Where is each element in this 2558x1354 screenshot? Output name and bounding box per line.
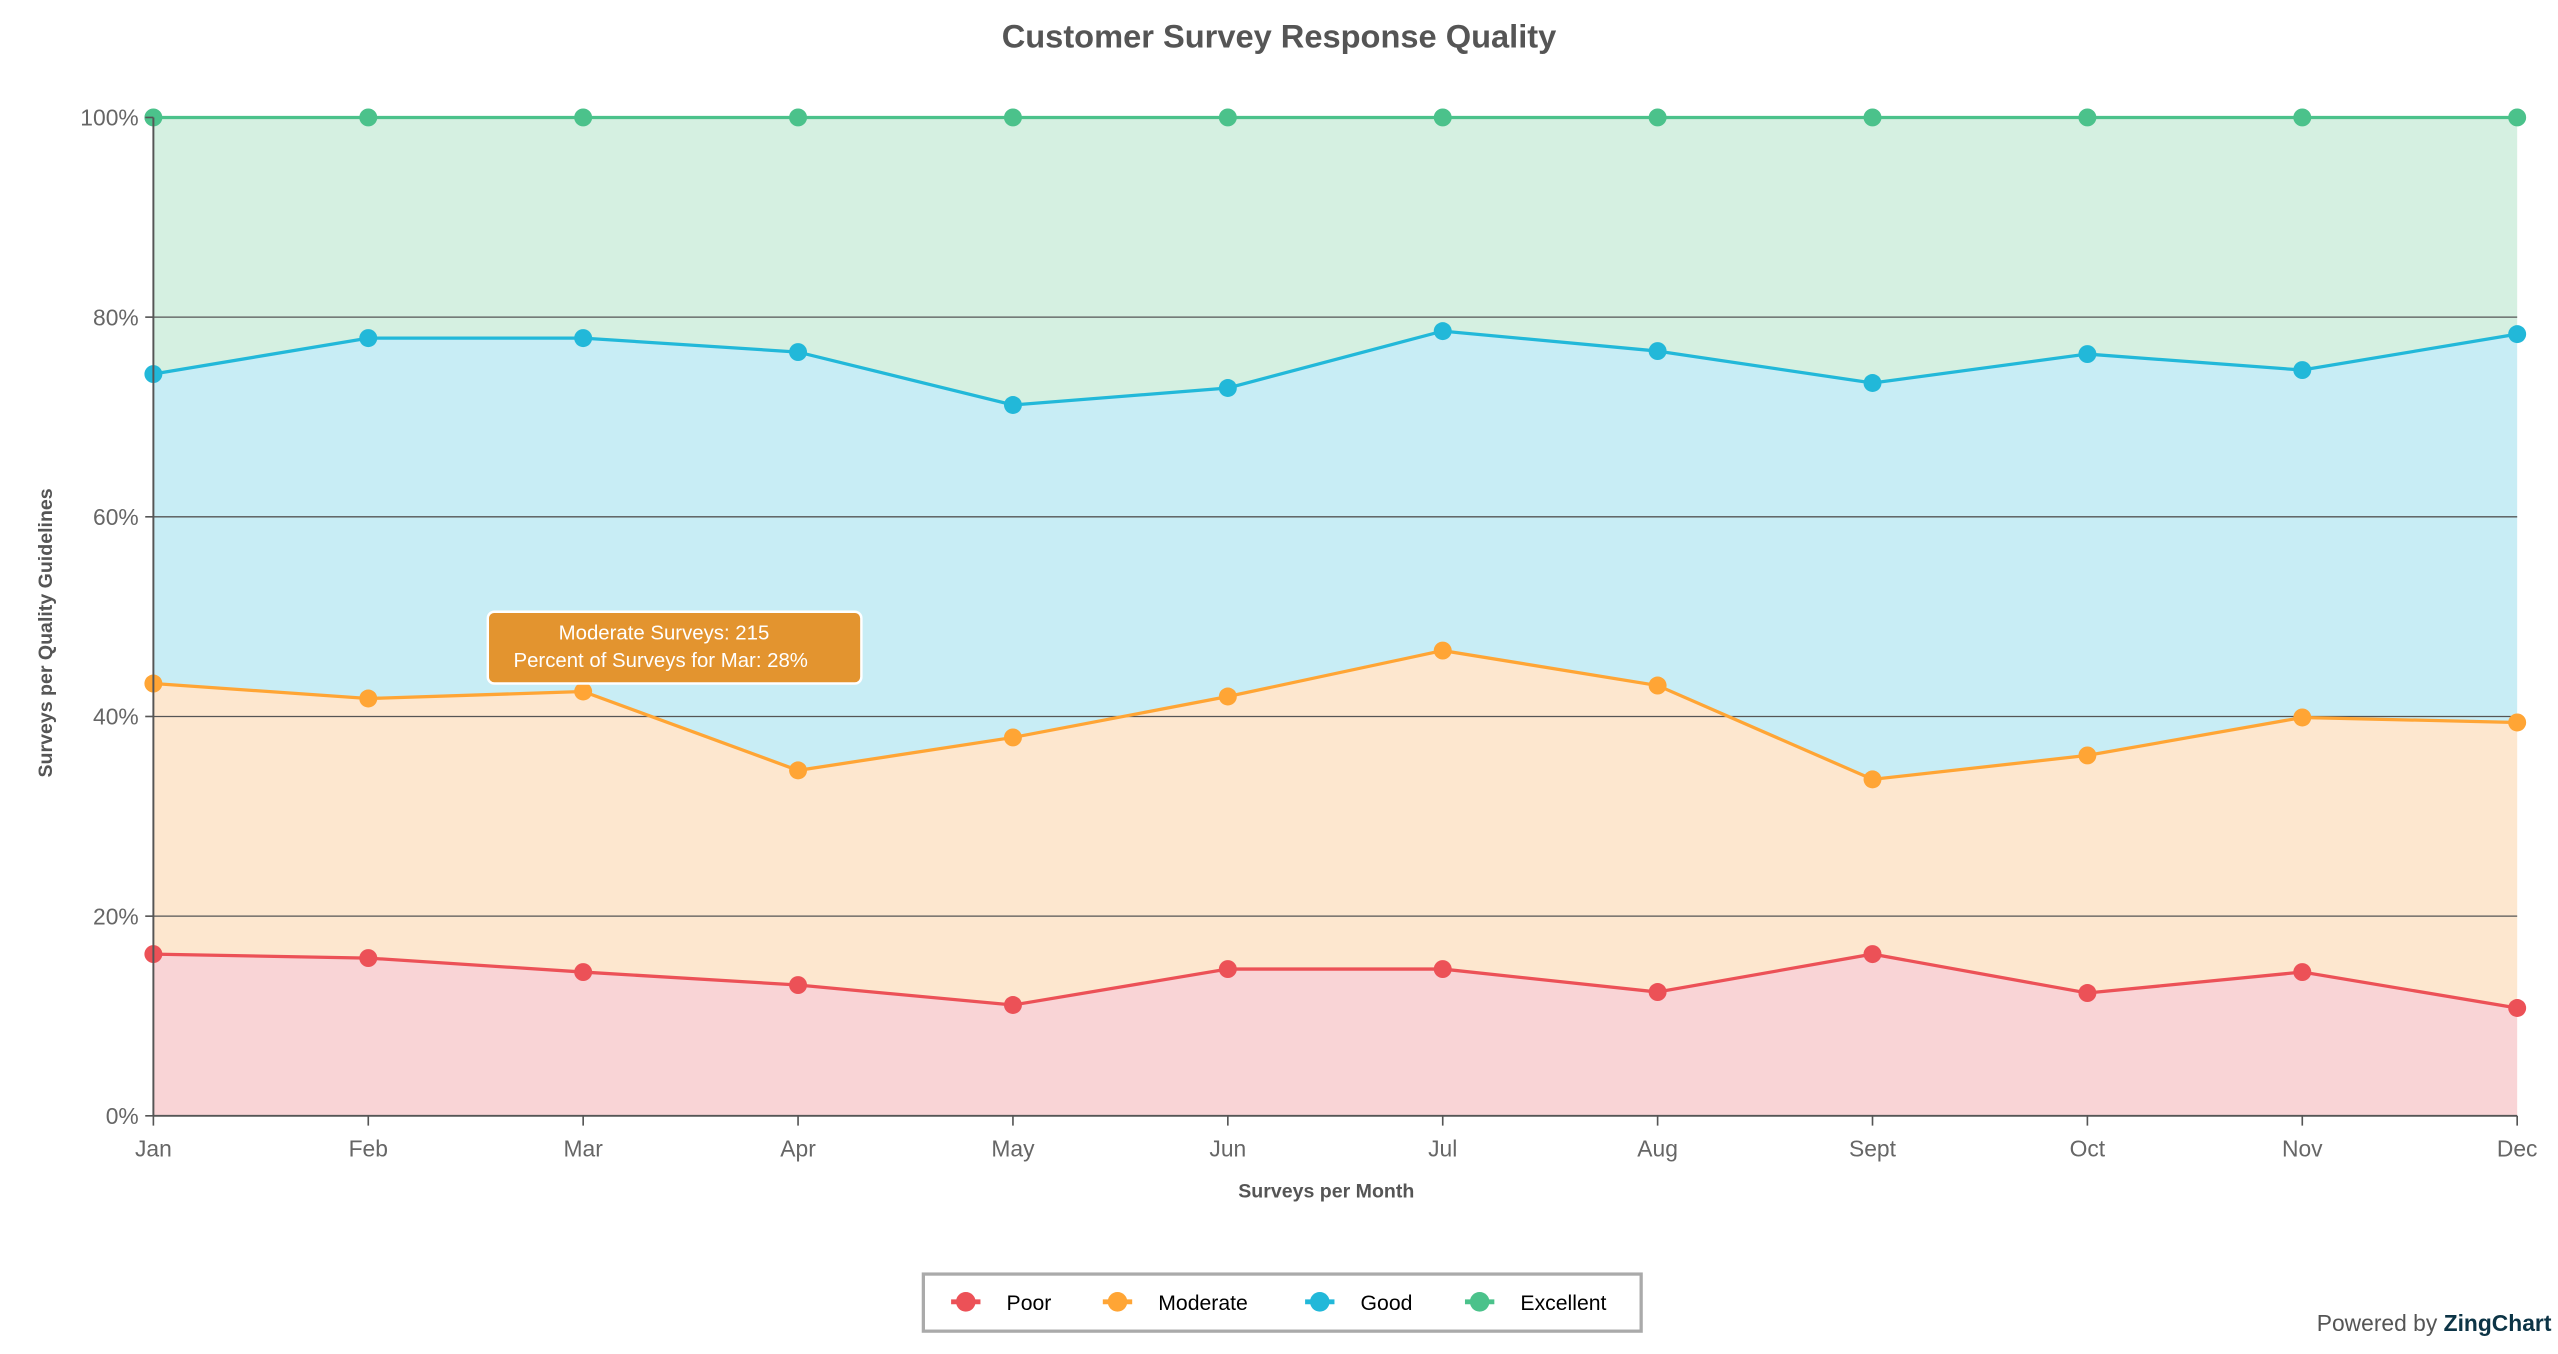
legend-marker-dot (955, 1292, 976, 1312)
x-tick-label: Dec (2497, 1136, 2538, 1162)
y-tick-label: 100% (80, 105, 138, 131)
point-poor-nov (2293, 963, 2312, 982)
point-poor-oct (2078, 984, 2097, 1002)
point-excellent-feb (359, 108, 378, 127)
credit-prefix: Powered by (2317, 1310, 2444, 1336)
point-good-dec (2508, 325, 2527, 344)
point-moderate-feb (359, 689, 378, 708)
legend-marker-dot (1469, 1292, 1490, 1312)
point-good-nov (2293, 361, 2312, 380)
point-poor-may (1003, 996, 1022, 1014)
x-axis-label: Surveys per Month (1238, 1180, 1414, 1202)
point-poor-aug (1648, 983, 1667, 1002)
x-tick-label: Nov (2282, 1136, 2323, 1162)
stacked-area-chart: Customer Survey Response Quality 0% 20% 40… (35, 17, 2552, 1336)
point-excellent-sept (1863, 108, 1882, 127)
powered-by-credit[interactable]: Powered by ZingChart (2317, 1310, 2552, 1336)
x-tick-label: Apr (780, 1136, 816, 1162)
point-excellent-jun (1218, 108, 1237, 127)
x-tick-label: Feb (349, 1136, 388, 1162)
point-moderate-dec (2508, 713, 2527, 732)
legend: Poor Moderate Good Excellent (921, 1272, 1643, 1333)
point-moderate-jul (1433, 641, 1452, 660)
x-tick-label: Jul (1428, 1136, 1457, 1162)
point-moderate-mar (574, 682, 593, 701)
legend-label: Good (1361, 1292, 1413, 1315)
x-tick-label: Oct (2070, 1136, 2106, 1162)
credit-brand: ZingChart (2444, 1310, 2552, 1336)
point-moderate-may (1003, 728, 1022, 747)
legend-marker-dot (1309, 1292, 1330, 1312)
x-tick-label: Jan (135, 1136, 172, 1162)
tooltip-line-1: Moderate Surveys: 215 (559, 622, 770, 644)
x-tick-label: Mar (564, 1136, 604, 1162)
point-moderate-oct (2078, 746, 2097, 765)
point-good-oct (2078, 345, 2097, 364)
point-good-mar (574, 329, 593, 348)
point-excellent-apr (789, 108, 808, 127)
point-moderate-aug (1648, 676, 1667, 695)
chart-title: Customer Survey Response Quality (1002, 17, 1557, 54)
y-tick-label: 0% (106, 1103, 139, 1129)
point-poor-feb (359, 949, 378, 968)
y-tick-label: 20% (93, 903, 139, 929)
legend-label: Excellent (1520, 1292, 1606, 1315)
point-poor-apr (789, 976, 808, 995)
point-poor-sept (1863, 945, 1882, 964)
y-axis-label: Surveys per Quality Guidelines (35, 488, 57, 777)
x-tick-label: Jun (1209, 1136, 1246, 1162)
point-excellent-mar (574, 108, 593, 127)
point-excellent-jul (1433, 108, 1452, 127)
point-excellent-oct (2078, 108, 2097, 127)
x-tick-label: Sept (1849, 1136, 1897, 1162)
legend-marker-dot (1107, 1292, 1128, 1312)
point-good-jun (1218, 379, 1237, 397)
tooltip: Moderate Surveys: 215 Percent of Surveys… (486, 610, 863, 685)
point-good-feb (359, 329, 378, 348)
point-good-apr (789, 343, 808, 362)
point-good-jul (1433, 322, 1452, 341)
point-moderate-sept (1863, 770, 1882, 789)
point-poor-mar (574, 963, 593, 982)
point-excellent-aug (1648, 108, 1667, 127)
tooltip-line-2: Percent of Surveys for Mar: 28% (514, 650, 808, 672)
point-moderate-nov (2293, 708, 2312, 727)
x-tick-label: Aug (1637, 1136, 1678, 1162)
point-poor-dec (2508, 999, 2527, 1017)
point-excellent-nov (2293, 108, 2312, 127)
point-good-aug (1648, 342, 1667, 361)
y-tick-label: 40% (93, 704, 139, 730)
legend-label: Poor (1007, 1292, 1052, 1315)
x-tick-label: May (991, 1136, 1035, 1162)
point-good-sept (1863, 374, 1882, 392)
point-moderate-apr (789, 761, 808, 780)
point-poor-jun (1218, 960, 1237, 979)
point-poor-jul (1433, 960, 1452, 979)
y-tick-label: 80% (93, 304, 139, 330)
point-moderate-jun (1218, 687, 1237, 706)
point-excellent-may (1003, 108, 1022, 127)
legend-label: Moderate (1158, 1292, 1248, 1315)
point-excellent-dec (2508, 108, 2527, 127)
point-good-may (1003, 396, 1022, 414)
y-tick-label: 60% (93, 504, 139, 530)
